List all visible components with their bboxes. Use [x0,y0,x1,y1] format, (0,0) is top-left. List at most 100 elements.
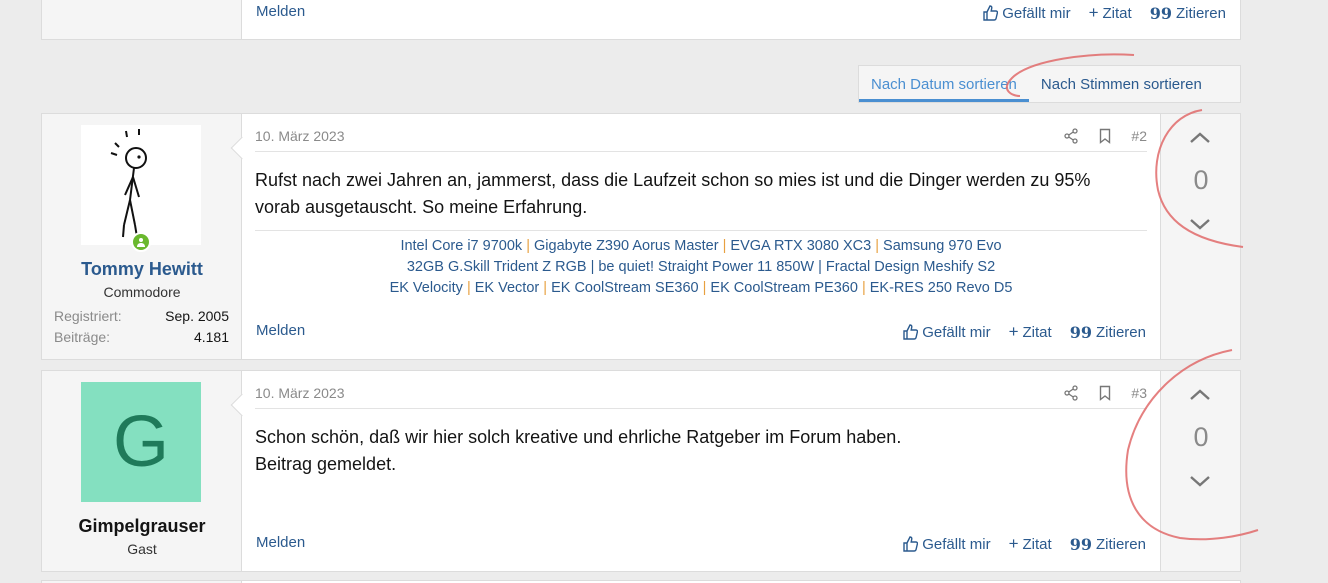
sig-separator: | [526,238,530,254]
bookmark-icon[interactable] [1097,385,1113,401]
cite-label: Zitieren [1095,535,1146,553]
post-content: 10. März 2023 #2 Rufst nach zwei Jahren … [230,114,1160,359]
report-link[interactable]: Melden [256,322,305,339]
signature: Intel Core i7 9700k | Gigabyte Z390 Aoru… [255,230,1147,299]
thumbs-up-icon [983,5,999,21]
post-header: 10. März 2023 #3 [255,383,1147,409]
registered-label: Registriert: [54,308,122,324]
sig-separator: | [466,280,471,296]
post-content: 10. März 2023 #3 Schon schön, daß wir hi… [230,371,1160,571]
downvote-chevron-icon[interactable] [1185,214,1215,234]
avatar[interactable] [81,125,201,252]
post-footer: Melden Gefällt mir + Zitat 99 Zitieren [256,322,1146,342]
cite-label: Zitieren [1175,4,1226,22]
registered-value: Sep. 2005 [165,308,229,324]
tab-sort-by-date[interactable]: Nach Datum sortieren [859,66,1029,102]
post-date[interactable]: 10. März 2023 [255,385,345,401]
post-body-line: vorab ausgetauscht. So meine Erfahrung. [255,197,588,217]
bookmark-icon[interactable] [1097,128,1113,144]
sig-item: Intel Core i7 9700k [400,238,523,254]
previous-post: Melden Gefällt mir + Zitat 99 Zitieren [41,0,1241,40]
sig-separator: | [722,238,727,254]
user-registered: Registriert: Sep. 2005 [54,308,229,324]
quote-marks-icon: 99 [1069,322,1092,342]
sort-tabs: Nach Datum sortieren Nach Stimmen sortie… [858,65,1241,103]
like-button[interactable]: Gefällt mir [902,322,991,342]
vote-score: 0 [1193,165,1209,195]
user-title: Commodore [103,284,181,300]
quote-button[interactable]: + Zitat [1009,322,1052,342]
username[interactable]: Tommy Hewitt [42,259,242,280]
quote-label: Zitat [1102,4,1132,22]
thumbs-up-icon [903,536,919,552]
cite-button[interactable]: 99 Zitieren [1070,534,1146,554]
online-status-icon [131,232,151,252]
share-icon[interactable] [1063,128,1079,144]
posts-label: Beiträge: [54,329,111,345]
user-title: Gast [127,541,157,557]
username: Gimpelgrauser [78,516,206,536]
signature-line-1: Intel Core i7 9700k | Gigabyte Z390 Aoru… [255,236,1147,257]
upvote-chevron-icon[interactable] [1185,128,1215,148]
previous-post-footer: Melden Gefällt mir + Zitat 99 Zitieren [256,3,1226,23]
quote-label: Zitat [1022,323,1052,341]
previous-post-user-column [42,0,242,39]
thumbs-up-icon [903,324,919,340]
like-label: Gefällt mir [1002,4,1071,22]
quote-label: Zitat [1022,535,1052,553]
report-link[interactable]: Melden [256,534,305,551]
sig-item: EK CoolStream SE360 [551,280,699,296]
post-body-line: Schon schön, daß wir hier solch kreative… [255,427,902,447]
sig-item: Gigabyte Z390 Aorus Master [534,238,719,254]
post-body-line: Beitrag gemeldet. [255,454,397,474]
cite-button[interactable]: 99 Zitieren [1150,3,1226,23]
post-header: 10. März 2023 #2 [255,126,1147,152]
sig-separator: | [702,280,707,296]
sig-separator: | [861,280,866,296]
signature-line-2: 32GB G.Skill Trident Z RGB | be quiet! S… [406,259,996,275]
user-post-count: Beiträge: 4.181 [54,329,229,345]
post-number[interactable]: #3 [1131,385,1147,401]
sig-item: EK Vector [474,280,540,296]
cite-button[interactable]: 99 Zitieren [1070,322,1146,342]
post-number[interactable]: #2 [1131,128,1147,144]
sig-separator: | [875,238,880,254]
user-column: Tommy Hewitt Commodore Registriert: Sep.… [42,114,242,359]
plus-icon: + [1088,3,1099,22]
sig-item: EK CoolStream PE360 [710,280,858,296]
post-body-line: Rufst nach zwei Jahren an, jammerst, das… [255,170,1091,190]
plus-icon: + [1008,534,1019,553]
posts-value: 4.181 [193,329,229,345]
like-label: Gefällt mir [922,535,991,553]
report-link[interactable]: Melden [256,3,305,20]
post: Tommy Hewitt Commodore Registriert: Sep.… [41,113,1241,360]
sig-item: EVGA RTX 3080 XC3 [730,238,872,254]
tab-sort-by-votes[interactable]: Nach Stimmen sortieren [1029,66,1214,102]
vote-score: 0 [1193,422,1209,452]
sig-item: EK Velocity [389,280,463,296]
sig-separator: | [543,280,548,296]
avatar[interactable]: G [81,382,201,502]
vote-column: 0 [1160,114,1240,359]
post-date[interactable]: 10. März 2023 [255,128,345,144]
signature-line-3: EK Velocity | EK Vector | EK CoolStream … [255,278,1147,299]
user-column: G Gimpelgrauser Gast [42,371,242,571]
share-icon[interactable] [1063,385,1079,401]
downvote-chevron-icon[interactable] [1185,471,1215,491]
quote-marks-icon: 99 [1069,534,1092,554]
upvote-chevron-icon[interactable] [1185,385,1215,405]
stick-figure-avatar [110,129,147,238]
cite-label: Zitieren [1095,323,1146,341]
quote-button[interactable]: + Zitat [1009,534,1052,554]
quote-button[interactable]: + Zitat [1089,3,1132,23]
like-label: Gefällt mir [922,323,991,341]
vote-column: 0 [1160,371,1240,571]
post-body: Schon schön, daß wir hier solch kreative… [255,424,1147,478]
post: G Gimpelgrauser Gast 10. März 2023 #3 Sc… [41,370,1241,572]
avatar-letter: G [112,402,169,482]
like-button[interactable]: Gefällt mir [902,534,991,554]
like-button[interactable]: Gefällt mir [982,3,1071,23]
plus-icon: + [1008,322,1019,341]
sig-item: EK-RES 250 Revo D5 [869,280,1013,296]
sig-item: Samsung 970 Evo [883,238,1002,254]
